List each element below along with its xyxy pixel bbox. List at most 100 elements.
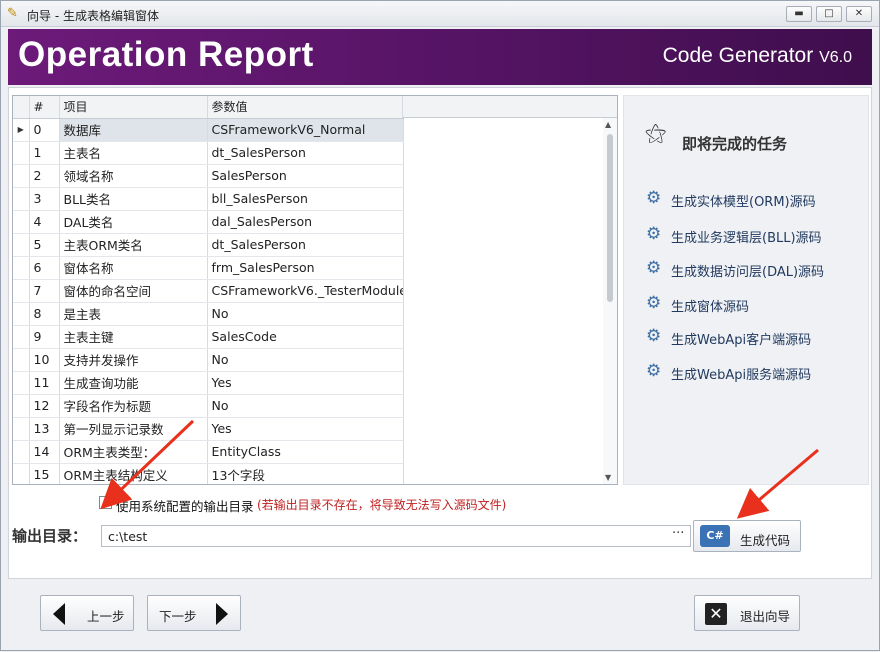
grid-header-filler bbox=[402, 96, 617, 118]
maximize-button[interactable]: □ bbox=[816, 6, 842, 22]
row-value[interactable]: No bbox=[207, 302, 404, 326]
minimize-button[interactable]: ▬ bbox=[786, 6, 812, 22]
row-item[interactable]: 主表ORM类名 bbox=[59, 233, 208, 257]
row-item[interactable]: DAL类名 bbox=[59, 210, 208, 234]
table-row[interactable]: 8 是主表 No bbox=[13, 302, 404, 326]
row-value[interactable]: SalesPerson bbox=[207, 164, 404, 188]
table-row[interactable]: 15 ORM主表结构定义 13个字段 bbox=[13, 463, 404, 484]
row-number[interactable]: 6 bbox=[29, 256, 60, 280]
gear-icon: ⚙ bbox=[646, 224, 662, 244]
row-number[interactable]: 7 bbox=[29, 279, 60, 303]
generate-code-button[interactable]: C# 生成代码 bbox=[693, 520, 801, 552]
table-row[interactable]: 14 ORM主表类型： EntityClass bbox=[13, 440, 404, 464]
use-system-dir-label[interactable]: 使用系统配置的输出目录 bbox=[116, 496, 254, 515]
row-number[interactable]: 1 bbox=[29, 141, 60, 165]
row-item[interactable]: 生成查询功能 bbox=[59, 371, 208, 395]
table-row[interactable]: 10 支持并发操作 No bbox=[13, 348, 404, 372]
table-row[interactable]: 9 主表主键 SalesCode bbox=[13, 325, 404, 349]
row-value[interactable]: CSFrameworkV6_Normal bbox=[207, 118, 404, 142]
row-number[interactable]: 5 bbox=[29, 233, 60, 257]
row-value[interactable]: 13个字段 bbox=[207, 463, 404, 484]
row-value[interactable]: No bbox=[207, 348, 404, 372]
row-value[interactable]: bll_SalesPerson bbox=[207, 187, 404, 211]
row-number[interactable]: 10 bbox=[29, 348, 60, 372]
table-row[interactable]: 13 第一列显示记录数 Yes bbox=[13, 417, 404, 441]
row-value[interactable]: Yes bbox=[207, 371, 404, 395]
row-number[interactable]: 0 bbox=[29, 118, 60, 142]
row-number[interactable]: 13 bbox=[29, 417, 60, 441]
banner: Operation Report Code Generator V6.0 bbox=[8, 29, 872, 85]
next-button[interactable]: 下一步 bbox=[147, 595, 241, 631]
grid-header-value[interactable]: 参数值 bbox=[207, 96, 404, 119]
row-indicator bbox=[13, 279, 30, 303]
prev-label: 上一步 bbox=[87, 609, 125, 624]
table-row[interactable]: 6 窗体名称 frm_SalesPerson bbox=[13, 256, 404, 280]
task-panel: ⚝ 即将完成的任务 ⚙ 生成实体模型(ORM)源码 ⚙ 生成业务逻辑层(BLL)源码 ⚙… bbox=[623, 95, 869, 485]
row-value[interactable]: dal_SalesPerson bbox=[207, 210, 404, 234]
close-button[interactable]: ✕ bbox=[846, 6, 872, 22]
title-bar[interactable]: ✎ 向导 - 生成表格编辑窗体 ▬ □ ✕ bbox=[1, 1, 879, 27]
row-value[interactable]: CSFrameworkV6._TesterModule bbox=[207, 279, 404, 303]
row-number[interactable]: 2 bbox=[29, 164, 60, 188]
row-item[interactable]: ORM主表结构定义 bbox=[59, 463, 208, 484]
row-value[interactable]: dt_SalesPerson bbox=[207, 141, 404, 165]
scroll-thumb[interactable] bbox=[607, 134, 613, 302]
row-item[interactable]: BLL类名 bbox=[59, 187, 208, 211]
row-value[interactable]: No bbox=[207, 394, 404, 418]
use-system-dir-checkbox[interactable] bbox=[99, 496, 112, 509]
table-row[interactable]: 11 生成查询功能 Yes bbox=[13, 371, 404, 395]
row-item[interactable]: ORM主表类型： bbox=[59, 440, 208, 464]
row-value[interactable]: EntityClass bbox=[207, 440, 404, 464]
row-item[interactable]: 主表名 bbox=[59, 141, 208, 165]
table-row[interactable]: 7 窗体的命名空间 CSFrameworkV6._TesterModule bbox=[13, 279, 404, 303]
row-item[interactable]: 领域名称 bbox=[59, 164, 208, 188]
exit-wizard-button[interactable]: ✕ 退出向导 bbox=[694, 595, 800, 631]
row-number[interactable]: 4 bbox=[29, 210, 60, 234]
table-row[interactable]: 12 字段名作为标题 No bbox=[13, 394, 404, 418]
table-row[interactable]: 5 主表ORM类名 dt_SalesPerson bbox=[13, 233, 404, 257]
row-number[interactable]: 8 bbox=[29, 302, 60, 326]
table-row[interactable]: 3 BLL类名 bll_SalesPerson bbox=[13, 187, 404, 211]
gear-icon: ⚙ bbox=[646, 326, 662, 346]
row-item[interactable]: 支持并发操作 bbox=[59, 348, 208, 372]
task-label: 生成窗体源码 bbox=[671, 300, 750, 315]
grid-header-no[interactable]: # bbox=[29, 96, 60, 119]
output-dir-input[interactable] bbox=[101, 525, 691, 547]
row-item[interactable]: 字段名作为标题 bbox=[59, 394, 208, 418]
maximize-icon: □ bbox=[824, 8, 834, 19]
row-item[interactable]: 是主表 bbox=[59, 302, 208, 326]
table-row[interactable]: ▶ 0 数据库 CSFrameworkV6_Normal bbox=[13, 118, 404, 142]
scroll-up-icon[interactable]: ▲ bbox=[605, 120, 611, 129]
row-item[interactable]: 窗体的命名空间 bbox=[59, 279, 208, 303]
row-indicator bbox=[13, 256, 30, 280]
row-item[interactable]: 数据库 bbox=[59, 118, 208, 142]
row-number[interactable]: 14 bbox=[29, 440, 60, 464]
banner-subtitle: Code Generator V6.0 bbox=[663, 44, 852, 68]
row-number[interactable]: 9 bbox=[29, 325, 60, 349]
table-row[interactable]: 2 领域名称 SalesPerson bbox=[13, 164, 404, 188]
close-icon: ✕ bbox=[854, 8, 864, 19]
row-value[interactable]: SalesCode bbox=[207, 325, 404, 349]
row-value[interactable]: Yes bbox=[207, 417, 404, 441]
grid-scrollbar[interactable]: ▲ ▼ bbox=[603, 118, 617, 484]
row-number[interactable]: 11 bbox=[29, 371, 60, 395]
row-indicator bbox=[13, 463, 30, 484]
row-value[interactable]: dt_SalesPerson bbox=[207, 233, 404, 257]
scroll-down-icon[interactable]: ▼ bbox=[605, 473, 611, 482]
grid-indicator-header bbox=[13, 96, 30, 119]
browse-dir-button[interactable]: ··· bbox=[672, 526, 684, 541]
row-item[interactable]: 第一列显示记录数 bbox=[59, 417, 208, 441]
table-row[interactable]: 1 主表名 dt_SalesPerson bbox=[13, 141, 404, 165]
row-number[interactable]: 3 bbox=[29, 187, 60, 211]
row-value[interactable]: frm_SalesPerson bbox=[207, 256, 404, 280]
row-number[interactable]: 15 bbox=[29, 463, 60, 484]
parameter-grid[interactable]: # 项目 参数值 ▶ 0 数据库 CSFrameworkV6_Normal 1 主表名 dt… bbox=[12, 95, 618, 485]
grid-header-item[interactable]: 项目 bbox=[59, 96, 208, 119]
row-item[interactable]: 主表主键 bbox=[59, 325, 208, 349]
row-indicator bbox=[13, 325, 30, 349]
table-row[interactable]: 4 DAL类名 dal_SalesPerson bbox=[13, 210, 404, 234]
task-heading: 即将完成的任务 bbox=[682, 135, 788, 153]
row-item[interactable]: 窗体名称 bbox=[59, 256, 208, 280]
row-number[interactable]: 12 bbox=[29, 394, 60, 418]
prev-button[interactable]: 上一步 bbox=[40, 595, 134, 631]
